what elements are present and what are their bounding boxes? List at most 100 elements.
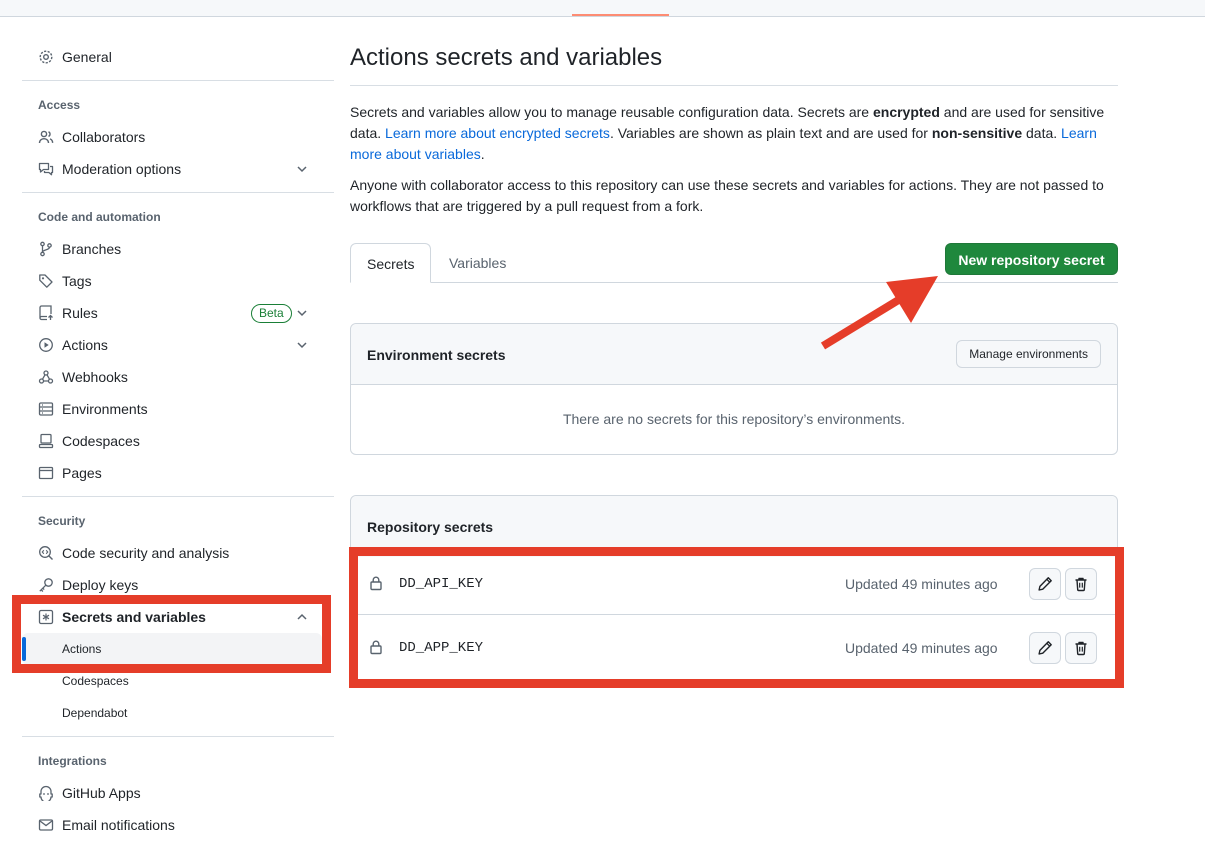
tab-variables[interactable]: Variables [433, 243, 522, 283]
sidebar-item-moderation-options[interactable]: Moderation options [22, 153, 322, 185]
sidebar-item-label: Branches [62, 241, 122, 257]
intro-bold-encrypted: encrypted [872, 104, 940, 120]
repository-secrets-box: Repository secrets DD_API_KEY Updated 49… [350, 495, 1118, 682]
secret-updated-time: Updated 49 minutes ago [845, 640, 998, 656]
chevron-down-icon[interactable] [294, 161, 310, 177]
sidebar-item-label: Code security and analysis [62, 545, 230, 561]
delete-secret-button[interactable] [1065, 568, 1097, 600]
chevron-down-icon[interactable] [294, 305, 310, 321]
sidebar-item-deploy-keys[interactable]: Deploy keys [22, 569, 322, 601]
sidebar-item-environments[interactable]: Environments [22, 393, 322, 425]
browser-icon [38, 465, 54, 481]
sidebar-item-pages[interactable]: Pages [22, 457, 322, 489]
pencil-icon [1038, 577, 1052, 591]
key-icon [38, 577, 54, 593]
table-row: DD_APP_KEY Updated 49 minutes ago [351, 614, 1117, 678]
sidebar-heading-security: Security [38, 514, 86, 528]
intro-bold-non-sensitive: non-sensitive [931, 125, 1023, 141]
sidebar-subitem-label: Codespaces [62, 674, 129, 688]
intro-text-part: . [480, 146, 485, 162]
trash-icon [1075, 641, 1087, 656]
new-repository-secret-button[interactable]: New repository secret [945, 243, 1118, 275]
sidebar-item-label: Actions [62, 337, 108, 353]
sidebar-item-code-security[interactable]: Code security and analysis [22, 537, 322, 569]
repo-nav-bar [0, 0, 1205, 17]
sidebar-item-label: General [62, 49, 112, 65]
environment-secrets-title: Environment secrets [367, 347, 506, 363]
codespaces-icon [38, 433, 54, 449]
title-divider [350, 85, 1118, 86]
active-tab-underline [572, 14, 669, 16]
mail-icon [38, 817, 54, 833]
beta-badge: Beta [251, 304, 292, 323]
repository-secrets-title: Repository secrets [367, 519, 494, 535]
sidebar-item-github-apps[interactable]: GitHub Apps [22, 777, 322, 809]
tab-secrets[interactable]: Secrets [350, 243, 432, 283]
trash-icon [1075, 577, 1087, 592]
tag-icon [38, 273, 54, 289]
secret-name: DD_APP_KEY [399, 640, 484, 656]
sidebar-divider [22, 736, 334, 737]
sidebar-item-label: GitHub Apps [62, 785, 141, 801]
sidebar-subitem-dependabot[interactable]: Dependabot [22, 697, 322, 729]
sidebar-item-codespaces[interactable]: Codespaces [22, 425, 322, 457]
sidebar-item-webhooks[interactable]: Webhooks [22, 361, 322, 393]
intro-text-part: . Variables are shown as plain text and … [609, 125, 932, 141]
sidebar-item-email-notifications[interactable]: Email notifications [22, 809, 322, 841]
apps-icon [38, 785, 54, 801]
sidebar-item-label: Codespaces [62, 433, 140, 449]
sidebar-item-label: Environments [62, 401, 148, 417]
environment-secrets-box: Environment secrets Manage environments … [350, 323, 1118, 455]
sidebar-subitem-actions[interactable]: Actions [22, 633, 322, 665]
sidebar-subitem-label: Actions [62, 642, 102, 656]
repo-push-icon [38, 305, 54, 321]
play-icon [38, 337, 54, 353]
sidebar-item-collaborators[interactable]: Collaborators [22, 121, 322, 153]
codescan-icon [38, 545, 54, 561]
sidebar-heading-code-automation: Code and automation [38, 210, 161, 224]
gear-icon [38, 49, 54, 65]
sidebar-item-branches[interactable]: Branches [22, 233, 322, 265]
people-icon [38, 129, 54, 145]
sidebar-divider [22, 496, 334, 497]
sidebar-item-rules[interactable]: Rules Beta [22, 297, 322, 329]
chevron-up-icon[interactable] [294, 609, 310, 625]
git-branch-icon [38, 241, 54, 257]
secret-updated-time: Updated 49 minutes ago [845, 576, 998, 592]
chevron-down-icon[interactable] [294, 337, 310, 353]
delete-secret-button[interactable] [1065, 632, 1097, 664]
collaborator-note: Anyone with collaborator access to this … [350, 177, 1104, 214]
edit-secret-button[interactable] [1029, 632, 1061, 664]
server-icon [38, 401, 54, 417]
lock-icon [368, 575, 384, 591]
sidebar-item-tags[interactable]: Tags [22, 265, 322, 297]
sidebar-item-label: Deploy keys [62, 577, 139, 593]
webhook-icon [38, 369, 54, 385]
sidebar-item-label: Tags [62, 273, 92, 289]
sidebar-subitem-codespaces[interactable]: Codespaces [22, 665, 322, 697]
sidebar-item-label: Email notifications [62, 817, 175, 833]
environment-secrets-header: Environment secrets Manage environments [351, 324, 1117, 385]
sidebar-divider [22, 192, 334, 193]
empty-environment-secrets-message: There are no secrets for this repository… [562, 411, 906, 427]
learn-encrypted-secrets-link[interactable]: Learn more about encrypted secrets [385, 125, 610, 141]
comment-discussion-icon [38, 161, 54, 177]
sidebar-heading-integrations: Integrations [38, 754, 107, 768]
selected-indicator [22, 637, 26, 661]
page-title: Actions secrets and variables [350, 44, 663, 71]
edit-secret-button[interactable] [1029, 568, 1061, 600]
sidebar-item-label: Pages [62, 465, 102, 481]
sidebar-subitem-label: Dependabot [62, 706, 128, 720]
sidebar-item-actions[interactable]: Actions [22, 329, 322, 361]
lock-icon [368, 639, 384, 655]
key-asterisk-icon [38, 609, 54, 625]
sidebar-item-secrets-and-variables[interactable]: Secrets and variables [22, 601, 322, 633]
manage-environments-button[interactable]: Manage environments [956, 340, 1101, 368]
sidebar-item-label: Collaborators [62, 129, 146, 145]
secret-name: DD_API_KEY [399, 576, 484, 592]
sidebar-divider [22, 80, 334, 81]
sidebar-item-general[interactable]: General [22, 41, 322, 73]
pencil-icon [1038, 641, 1052, 655]
sidebar-item-label: Moderation options [62, 161, 182, 177]
table-row: DD_API_KEY Updated 49 minutes ago [351, 550, 1117, 614]
